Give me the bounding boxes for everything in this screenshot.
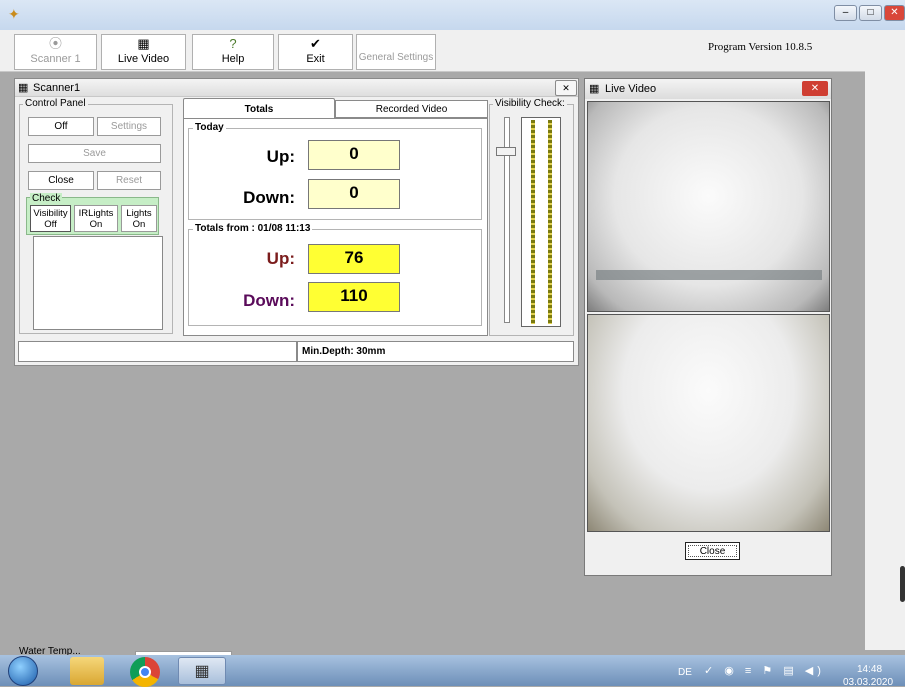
scanner-titlebar: ▦ Scanner1 ✕ [15,79,578,97]
clock-time[interactable]: 14:48 [857,664,882,675]
control-panel-title: Control Panel [23,98,88,109]
maximize-button[interactable]: □ [859,5,882,21]
off-button[interactable]: Off [28,117,94,136]
irlights-toggle[interactable]: IRLights On [74,205,118,232]
live-video-button[interactable]: ▦ Live Video [101,34,186,70]
explorer-icon[interactable] [70,657,104,685]
chrome-icon[interactable] [130,657,160,687]
visibility-label: Visibility [33,208,68,219]
totals-from-title: Totals from : 01/08 11:13 [193,223,313,234]
lights-label: Lights [126,208,152,219]
totals-up-label: Up: [266,249,295,268]
clock-date[interactable]: 03.03.2020 [843,677,893,686]
tab-totals[interactable]: Totals [183,98,335,119]
today-up-label: Up: [266,147,295,166]
live-video-titlebar: ▦ Live Video ✕ [585,79,831,99]
today-up-value: 0 [308,140,400,170]
program-version: Program Version 10.8.5 [708,41,813,53]
scrollbar-handle[interactable] [900,566,905,602]
visibility-check-title: Visibility Check: [493,98,567,109]
help-label: Help [221,53,245,65]
app-titlebar [0,0,905,30]
general-settings-button[interactable]: General Settings [356,34,436,70]
visibility-state: Off [44,219,57,230]
scanner1-label: Scanner 1 [30,53,81,65]
totals-down-label: Down: [243,291,295,310]
live-video-window: ▦ Live Video ✕ Close [584,78,832,576]
tab-recorded-video[interactable]: Recorded Video [335,100,488,118]
film-icon: ▦ [589,83,600,95]
close-scanner-button[interactable]: Close [28,171,94,190]
totals-up-value: 76 [308,244,400,274]
close-button[interactable]: ✕ [884,5,905,21]
visibility-toggle[interactable]: Visibility Off [30,205,71,232]
live-video-close-button[interactable]: Close [685,542,740,560]
visibility-meter-right [548,120,552,324]
scanner1-button[interactable]: ⦿ Scanner 1 [14,34,97,70]
film-icon: ▦ [137,36,150,51]
visibility-meter [521,117,561,327]
water-temp-label: Water Temp... [19,646,81,655]
min-depth-status: Min.Depth: 30mm [302,346,386,357]
scanner-close-button[interactable]: ✕ [555,80,577,96]
live-video-title: Live Video [605,83,657,95]
chrome-center [139,666,151,678]
lights-state: On [132,219,146,230]
help-icon: ? [229,36,237,51]
film-icon: ▦ [18,82,29,94]
visibility-slider-thumb[interactable] [496,147,516,156]
start-icon[interactable] [8,656,38,686]
today-down-label: Down: [243,188,295,207]
help-button[interactable]: ? Help [192,34,274,70]
irlights-label: IRLights [78,208,114,219]
scanner-icon: ⦿ [48,36,62,51]
language-indicator[interactable]: DE [678,667,692,678]
status-bar-right: Min.Depth: 30mm [297,341,574,362]
film-icon[interactable]: ▦ [178,657,226,685]
scanner-window: ▦ Scanner1 ✕ Control Panel Off Settings … [14,78,579,366]
general-settings-label: General Settings [358,52,434,63]
reset-button[interactable]: Reset [97,171,161,190]
tray-icons[interactable]: ✓ ◉ ≡ ⚑ ▤ ◀) [704,664,825,677]
save-button[interactable]: Save [28,144,161,163]
checkmark-icon: ✔ [310,36,321,51]
camera-upper-edge [596,270,822,280]
tab-recorded-video-label: Recorded Video [375,104,448,115]
minimize-button[interactable]: – [834,5,857,21]
exit-label: Exit [306,53,325,65]
check-title: Check [30,193,63,204]
status-bar-left [18,341,297,362]
camera-feed-upper [587,101,830,312]
visibility-meter-left [531,120,535,324]
exit-button[interactable]: ✔ Exit [278,34,353,70]
live-video-close-icon[interactable]: ✕ [802,81,828,96]
log-listbox[interactable] [33,236,163,330]
right-panel-strip [865,60,905,650]
today-down-value: 0 [308,179,400,209]
today-title: Today [193,122,226,133]
totals-down-value: 110 [308,282,400,312]
settings-button[interactable]: Settings [97,117,161,136]
lights-toggle[interactable]: Lights On [121,205,157,232]
irlights-state: On [89,219,103,230]
live-video-label: Live Video [117,53,170,65]
camera-feed-lower [587,314,830,532]
scanner-title: Scanner1 [33,82,81,94]
tab-totals-label: Totals [244,104,274,115]
app-icon: ✦ [8,6,20,22]
